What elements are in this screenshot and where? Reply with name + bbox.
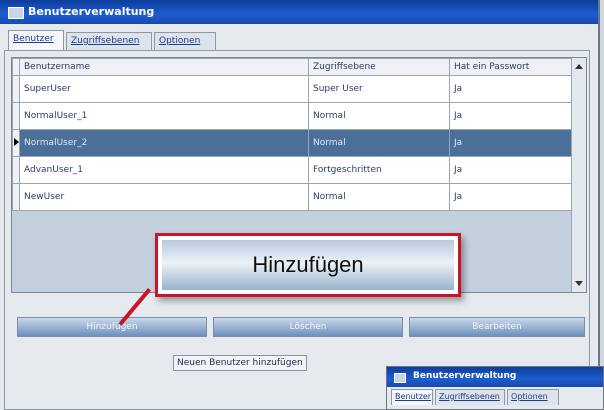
column-header-has-password[interactable]: Hat ein Passwort — [449, 58, 583, 76]
tab-zugriffsebenen[interactable]: Zugriffsebenen — [66, 32, 152, 50]
scroll-down-arrow-icon[interactable] — [575, 281, 583, 286]
secondary-window-preview: Benutzerverwaltung Benutzer Zugriffseben… — [386, 366, 604, 410]
table-row[interactable]: NormalUser_1 Normal Ja — [12, 102, 583, 130]
cell-has-password[interactable]: Ja — [449, 129, 583, 157]
add-new-user-button[interactable]: Neuen Benutzer hinzufügen — [173, 355, 307, 371]
row-selector[interactable] — [12, 183, 20, 211]
cell-access-level[interactable]: Normal — [308, 183, 450, 211]
scroll-up-arrow-icon[interactable] — [575, 64, 583, 69]
current-row-arrow-icon — [14, 137, 19, 146]
cell-access-level[interactable]: Normal — [308, 102, 450, 130]
callout-label: Hinzufügen — [162, 240, 454, 290]
table-row[interactable]: SuperUser Super User Ja — [12, 75, 583, 103]
secondary-title-bar: Benutzerverwaltung — [387, 367, 603, 387]
cell-username[interactable]: NormalUser_2 — [19, 129, 309, 157]
add-button[interactable]: Hinzufügen — [17, 317, 207, 337]
row-selector[interactable] — [12, 102, 20, 130]
cell-access-level[interactable]: Fortgeschritten — [308, 156, 450, 184]
window-title: Benutzerverwaltung — [28, 5, 155, 18]
edit-button[interactable]: Bearbeiten — [409, 317, 585, 337]
cell-username[interactable]: AdvanUser_1 — [19, 156, 309, 184]
row-selector[interactable] — [12, 129, 20, 157]
user-management-window: Benutzerverwaltung Benutzer Zugriffseben… — [0, 0, 600, 410]
secondary-window-title: Benutzerverwaltung — [413, 371, 517, 381]
column-header-access-level[interactable]: Zugriffsebene — [308, 58, 450, 76]
cell-has-password[interactable]: Ja — [449, 75, 583, 103]
table-row[interactable]: NewUser Normal Ja — [12, 183, 583, 211]
tab-benutzer[interactable]: Benutzer — [8, 30, 64, 50]
column-header-username[interactable]: Benutzername — [19, 58, 309, 76]
table-row-selected[interactable]: NormalUser_2 Normal Ja — [12, 129, 583, 157]
tab-optionen[interactable]: Optionen — [154, 32, 216, 50]
secondary-tab-zugriffsebenen[interactable]: Zugriffsebenen — [435, 389, 505, 405]
cell-username[interactable]: NormalUser_1 — [19, 102, 309, 130]
secondary-window-icon — [394, 373, 406, 383]
delete-button[interactable]: Löschen — [213, 317, 403, 337]
secondary-tab-optionen[interactable]: Optionen — [507, 389, 559, 405]
cell-has-password[interactable]: Ja — [449, 102, 583, 130]
cell-access-level[interactable]: Super User — [308, 75, 450, 103]
cell-has-password[interactable]: Ja — [449, 183, 583, 211]
cell-username[interactable]: NewUser — [19, 183, 309, 211]
table-row[interactable]: AdvanUser_1 Fortgeschritten Ja — [12, 156, 583, 184]
grid-header-row: Benutzername Zugriffsebene Hat ein Passw… — [12, 58, 583, 76]
cell-username[interactable]: SuperUser — [19, 75, 309, 103]
cell-has-password[interactable]: Ja — [449, 156, 583, 184]
cell-access-level[interactable]: Normal — [308, 129, 450, 157]
row-selector[interactable] — [12, 75, 20, 103]
window-icon — [8, 7, 24, 19]
title-bar: Benutzerverwaltung — [0, 0, 598, 24]
users-panel: Benutzername Zugriffsebene Hat ein Passw… — [4, 50, 590, 410]
secondary-tab-benutzer[interactable]: Benutzer — [391, 389, 433, 405]
grid-scrollbar[interactable] — [571, 58, 586, 292]
add-button-callout: Hinzufügen — [155, 233, 461, 297]
row-selector-header — [12, 58, 20, 76]
row-selector[interactable] — [12, 156, 20, 184]
